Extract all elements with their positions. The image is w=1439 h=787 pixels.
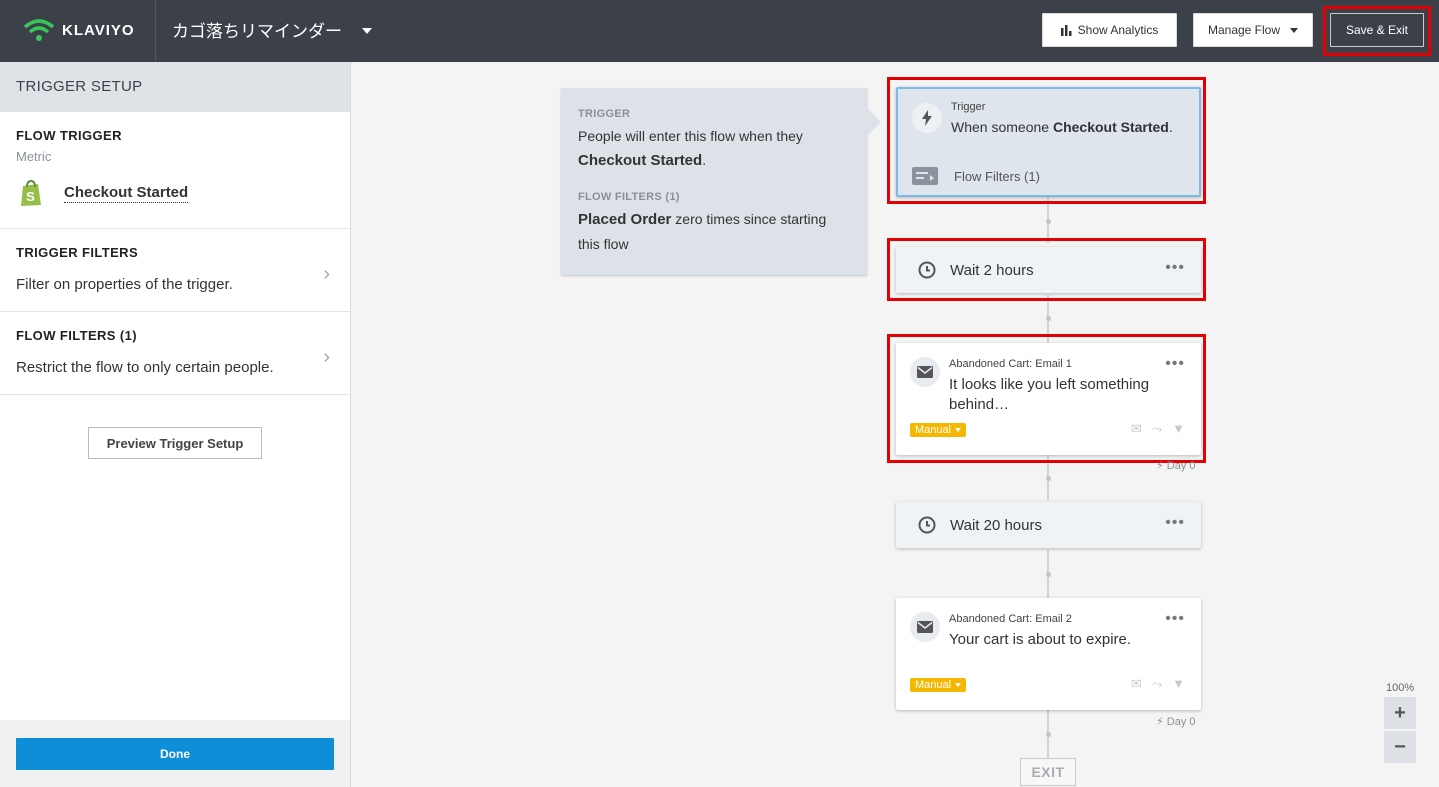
email-1-subject: It looks like you left something behind… (949, 376, 1150, 413)
tooltip-filter-bold: Placed Order (578, 211, 672, 228)
trigger-node[interactable]: Trigger When someone Checkout Started. F… (896, 87, 1201, 197)
flow-filters-link[interactable]: Flow Filters (1) (954, 169, 1040, 184)
chevron-down-icon (955, 683, 962, 687)
wait-1-text: Wait 2 hours (950, 261, 1034, 279)
header-divider (155, 0, 156, 62)
lightning-icon (912, 103, 942, 133)
trigger-node-label: Trigger (951, 101, 986, 113)
email-node-1[interactable]: Abandoned Cart: Email 1 It looks like yo… (896, 343, 1201, 455)
trigger-node-text: When someone Checkout Started. (951, 117, 1173, 137)
svg-text:S: S (26, 189, 35, 204)
more-options-icon[interactable]: ••• (1165, 514, 1185, 532)
email-check-icon[interactable]: ✉ (1131, 421, 1142, 437)
save-exit-button[interactable]: Save & Exit (1330, 13, 1424, 47)
trigger-summary-tooltip: TRIGGER People will enter this flow when… (561, 88, 881, 275)
bar-chart-icon (1060, 24, 1072, 36)
chevron-right-icon: › (323, 263, 330, 285)
wifi-logo-icon (23, 19, 55, 41)
more-options-icon[interactable]: ••• (1165, 259, 1185, 277)
save-exit-label: Save & Exit (1345, 23, 1409, 37)
tooltip-filters-text: Placed Order zero times since starting t… (578, 207, 850, 256)
connector-dot (1046, 732, 1051, 737)
flow-name: カゴ落ちリマインダー (172, 22, 342, 42)
trigger-text-post: . (1168, 119, 1173, 135)
clock-icon (918, 516, 936, 534)
email-1-label: Abandoned Cart: Email 1 (949, 358, 1072, 370)
manage-flow-label: Manage Flow (1207, 23, 1281, 37)
email-2-subject: Your cart is about to expire. (949, 631, 1132, 648)
day-1-text: Day 0 (1166, 460, 1196, 472)
manual-status-badge[interactable]: Manual (910, 678, 967, 692)
shopify-icon: S (21, 179, 41, 206)
flow-trigger-section: FLOW TRIGGER Metric S Checkout Started (0, 112, 350, 229)
email-2-label: Abandoned Cart: Email 2 (949, 613, 1072, 625)
flow-filters-title: FLOW FILTERS (1) (16, 328, 137, 343)
email-node-2[interactable]: Abandoned Cart: Email 2 Your cart is abo… (896, 598, 1201, 710)
flow-trigger-title: FLOW TRIGGER (16, 128, 122, 143)
manage-flow-button[interactable]: Manage Flow (1193, 13, 1313, 47)
manual-badge-label: Manual (915, 679, 952, 691)
trigger-filters-title: TRIGGER FILTERS (16, 245, 139, 260)
connector-dot (1046, 316, 1051, 321)
trigger-setup-sidebar: TRIGGER SETUP FLOW TRIGGER Metric S Chec… (0, 62, 351, 787)
envelope-icon (910, 612, 940, 642)
flow-filter-icon (912, 167, 938, 185)
day-label-2: ⚡ Day 0 (1156, 716, 1196, 728)
tooltip-trigger-pre: People will enter this flow when they (578, 128, 803, 144)
top-bar: KLAVIYO カゴ落ちリマインダー Show Analytics Manage… (0, 0, 1439, 62)
exit-node: EXIT (1020, 758, 1076, 786)
split-icon[interactable]: ⤳ (1152, 676, 1162, 692)
chevron-down-icon (955, 428, 962, 432)
connector-dot (1046, 476, 1051, 481)
day-2-text: Day 0 (1166, 716, 1196, 728)
chevron-right-icon: › (323, 346, 330, 368)
zoom-in-button[interactable]: + (1384, 697, 1416, 729)
show-analytics-label: Show Analytics (1077, 23, 1159, 37)
tooltip-trigger-post: . (702, 152, 707, 168)
connector-dot (1046, 572, 1051, 577)
more-options-icon[interactable]: ••• (1165, 610, 1185, 628)
tooltip-trigger-label: TRIGGER (578, 108, 631, 120)
wait-2-text: Wait 20 hours (950, 516, 1042, 534)
manual-status-badge[interactable]: Manual (910, 423, 967, 437)
logo-text: KLAVIYO (62, 21, 135, 39)
email-node-tools: ✉ ⤳ ▼ (1131, 676, 1185, 692)
metric-checkout-started-link[interactable]: Checkout Started (64, 184, 189, 203)
manual-badge-label: Manual (915, 424, 952, 436)
tooltip-trigger-text: People will enter this flow when they Ch… (578, 124, 850, 173)
show-analytics-button[interactable]: Show Analytics (1042, 13, 1177, 47)
trigger-text-metric: Checkout Started (1052, 119, 1169, 135)
zoom-out-button[interactable]: − (1384, 731, 1416, 763)
trigger-text-pre: When someone (951, 119, 1053, 135)
tooltip-filters-label: FLOW FILTERS (1) (578, 191, 680, 203)
trigger-filters-section[interactable]: TRIGGER FILTERS Filter on properties of … (0, 229, 350, 312)
trigger-filters-desc: Filter on properties of the trigger. (16, 276, 233, 293)
more-options-icon[interactable]: ••• (1165, 355, 1185, 373)
connector-dot (1046, 219, 1051, 224)
chevron-down-icon (362, 28, 372, 34)
email-node-tools: ✉ ⤳ ▼ (1131, 421, 1185, 437)
sidebar-title: TRIGGER SETUP (0, 62, 350, 112)
wait-node-1[interactable]: Wait 2 hours ••• (896, 247, 1201, 293)
clock-icon (918, 261, 936, 279)
metric-row: S Checkout Started (16, 178, 334, 208)
email-check-icon[interactable]: ✉ (1131, 676, 1142, 692)
flow-name-dropdown[interactable]: カゴ落ちリマインダー (172, 17, 372, 42)
chevron-down-icon (1290, 27, 1299, 33)
filter-icon[interactable]: ▼ (1172, 676, 1185, 692)
envelope-icon (910, 357, 940, 387)
preview-trigger-setup-button[interactable]: Preview Trigger Setup (88, 427, 262, 459)
klaviyo-logo[interactable]: KLAVIYO (22, 17, 135, 43)
split-icon[interactable]: ⤳ (1152, 421, 1162, 437)
done-button[interactable]: Done (16, 738, 334, 770)
tooltip-trigger-metric: Checkout Started (578, 152, 703, 169)
day-label-1: ⚡ Day 0 (1156, 460, 1196, 472)
wait-node-2[interactable]: Wait 20 hours ••• (896, 502, 1201, 548)
zoom-level: 100% (1386, 682, 1415, 694)
flow-filters-desc: Restrict the flow to only certain people… (16, 359, 274, 376)
flow-trigger-subtitle: Metric (16, 149, 52, 164)
filter-icon[interactable]: ▼ (1172, 421, 1185, 437)
flow-filters-section[interactable]: FLOW FILTERS (1) Restrict the flow to on… (0, 312, 350, 395)
